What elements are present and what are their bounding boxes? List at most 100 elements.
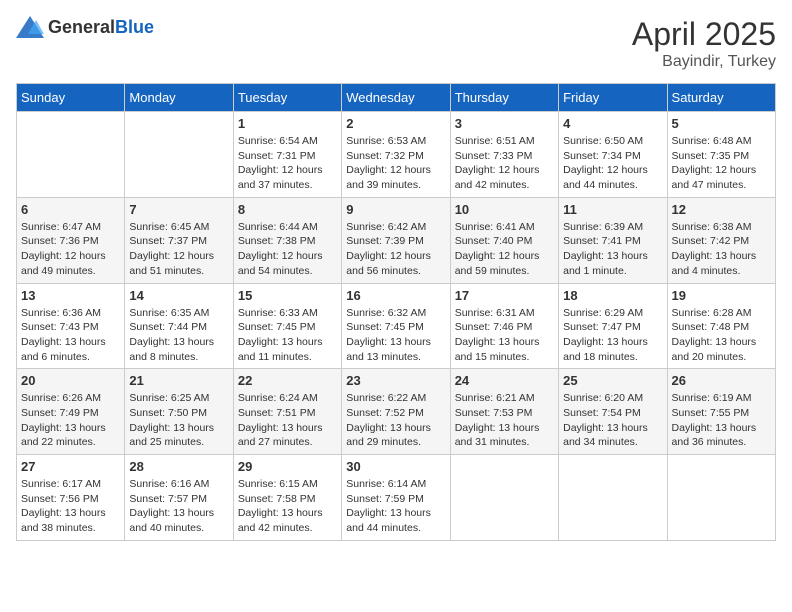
calendar-week-3: 13Sunrise: 6:36 AM Sunset: 7:43 PM Dayli… xyxy=(17,283,776,369)
calendar-cell: 19 Sunrise: 6:28 AM Sunset: 7:48 PM Dayli… xyxy=(667,283,775,369)
day-number: 5 xyxy=(672,116,771,131)
calendar-body: 1 Sunrise: 6:54 AM Sunset: 7:31 PM Daylig… xyxy=(17,112,776,541)
calendar-week-2: 6 Sunrise: 6:47 AM Sunset: 7:36 PM Daylig… xyxy=(17,197,776,283)
calendar-cell: 21 Sunrise: 6:25 AM Sunset: 7:50 PM Dayli… xyxy=(125,369,233,455)
day-number: 11 xyxy=(563,202,662,217)
day-number: 1 xyxy=(238,116,337,131)
day-number: 12 xyxy=(672,202,771,217)
day-info: Sunrise: 6:33 AM Sunset: 7:45 PM Dayligh… xyxy=(238,306,337,365)
calendar-cell: 25 Sunrise: 6:20 AM Sunset: 7:54 PM Dayli… xyxy=(559,369,667,455)
day-number: 10 xyxy=(455,202,554,217)
calendar-cell: 7 Sunrise: 6:45 AM Sunset: 7:37 PM Daylig… xyxy=(125,197,233,283)
day-number: 23 xyxy=(346,373,445,388)
calendar-cell xyxy=(450,455,558,541)
calendar-cell: 8 Sunrise: 6:44 AM Sunset: 7:38 PM Daylig… xyxy=(233,197,341,283)
calendar-cell: 13Sunrise: 6:36 AM Sunset: 7:43 PM Dayli… xyxy=(17,283,125,369)
day-info: Sunrise: 6:21 AM Sunset: 7:53 PM Dayligh… xyxy=(455,391,554,450)
calendar-cell: 29 Sunrise: 6:15 AM Sunset: 7:58 PM Dayli… xyxy=(233,455,341,541)
day-number: 29 xyxy=(238,459,337,474)
day-number: 15 xyxy=(238,288,337,303)
day-info: Sunrise: 6:19 AM Sunset: 7:55 PM Dayligh… xyxy=(672,391,771,450)
calendar-cell xyxy=(559,455,667,541)
day-info: Sunrise: 6:22 AM Sunset: 7:52 PM Dayligh… xyxy=(346,391,445,450)
calendar-cell: 24 Sunrise: 6:21 AM Sunset: 7:53 PM Dayli… xyxy=(450,369,558,455)
day-number: 14 xyxy=(129,288,228,303)
calendar-week-4: 20 Sunrise: 6:26 AM Sunset: 7:49 PM Dayli… xyxy=(17,369,776,455)
calendar-week-5: 27 Sunrise: 6:17 AM Sunset: 7:56 PM Dayli… xyxy=(17,455,776,541)
day-info: Sunrise: 6:31 AM Sunset: 7:46 PM Dayligh… xyxy=(455,306,554,365)
calendar-cell: 22 Sunrise: 6:24 AM Sunset: 7:51 PM Dayli… xyxy=(233,369,341,455)
day-number: 2 xyxy=(346,116,445,131)
day-header-tuesday: Tuesday xyxy=(233,84,341,112)
calendar-cell: 5 Sunrise: 6:48 AM Sunset: 7:35 PM Daylig… xyxy=(667,112,775,198)
day-info: Sunrise: 6:48 AM Sunset: 7:35 PM Dayligh… xyxy=(672,134,771,193)
day-header-monday: Monday xyxy=(125,84,233,112)
calendar-cell: 4Sunrise: 6:50 AM Sunset: 7:34 PM Daylig… xyxy=(559,112,667,198)
day-header-wednesday: Wednesday xyxy=(342,84,450,112)
day-number: 18 xyxy=(563,288,662,303)
day-info: Sunrise: 6:24 AM Sunset: 7:51 PM Dayligh… xyxy=(238,391,337,450)
day-info: Sunrise: 6:38 AM Sunset: 7:42 PM Dayligh… xyxy=(672,220,771,279)
day-number: 13 xyxy=(21,288,120,303)
day-number: 20 xyxy=(21,373,120,388)
day-info: Sunrise: 6:14 AM Sunset: 7:59 PM Dayligh… xyxy=(346,477,445,536)
day-info: Sunrise: 6:20 AM Sunset: 7:54 PM Dayligh… xyxy=(563,391,662,450)
day-number: 3 xyxy=(455,116,554,131)
day-number: 22 xyxy=(238,373,337,388)
day-info: Sunrise: 6:42 AM Sunset: 7:39 PM Dayligh… xyxy=(346,220,445,279)
calendar-cell: 23 Sunrise: 6:22 AM Sunset: 7:52 PM Dayli… xyxy=(342,369,450,455)
day-info: Sunrise: 6:54 AM Sunset: 7:31 PM Dayligh… xyxy=(238,134,337,193)
day-number: 27 xyxy=(21,459,120,474)
day-number: 26 xyxy=(672,373,771,388)
calendar-cell xyxy=(125,112,233,198)
calendar-cell: 10 Sunrise: 6:41 AM Sunset: 7:40 PM Dayli… xyxy=(450,197,558,283)
calendar-table: SundayMondayTuesdayWednesdayThursdayFrid… xyxy=(16,83,776,541)
day-info: Sunrise: 6:15 AM Sunset: 7:58 PM Dayligh… xyxy=(238,477,337,536)
calendar-cell: 6 Sunrise: 6:47 AM Sunset: 7:36 PM Daylig… xyxy=(17,197,125,283)
calendar-cell: 11Sunrise: 6:39 AM Sunset: 7:41 PM Dayli… xyxy=(559,197,667,283)
day-info: Sunrise: 6:51 AM Sunset: 7:33 PM Dayligh… xyxy=(455,134,554,193)
day-info: Sunrise: 6:41 AM Sunset: 7:40 PM Dayligh… xyxy=(455,220,554,279)
calendar-cell: 30 Sunrise: 6:14 AM Sunset: 7:59 PM Dayli… xyxy=(342,455,450,541)
calendar-week-1: 1 Sunrise: 6:54 AM Sunset: 7:31 PM Daylig… xyxy=(17,112,776,198)
calendar-cell: 18Sunrise: 6:29 AM Sunset: 7:47 PM Dayli… xyxy=(559,283,667,369)
day-number: 7 xyxy=(129,202,228,217)
day-number: 25 xyxy=(563,373,662,388)
day-info: Sunrise: 6:26 AM Sunset: 7:49 PM Dayligh… xyxy=(21,391,120,450)
day-info: Sunrise: 6:44 AM Sunset: 7:38 PM Dayligh… xyxy=(238,220,337,279)
calendar-cell: 17 Sunrise: 6:31 AM Sunset: 7:46 PM Dayli… xyxy=(450,283,558,369)
logo-text-general: General xyxy=(48,17,115,37)
day-info: Sunrise: 6:17 AM Sunset: 7:56 PM Dayligh… xyxy=(21,477,120,536)
calendar-cell: 26 Sunrise: 6:19 AM Sunset: 7:55 PM Dayli… xyxy=(667,369,775,455)
calendar-cell: 28Sunrise: 6:16 AM Sunset: 7:57 PM Dayli… xyxy=(125,455,233,541)
day-info: Sunrise: 6:32 AM Sunset: 7:45 PM Dayligh… xyxy=(346,306,445,365)
calendar-cell: 1 Sunrise: 6:54 AM Sunset: 7:31 PM Daylig… xyxy=(233,112,341,198)
calendar-cell: 27 Sunrise: 6:17 AM Sunset: 7:56 PM Dayli… xyxy=(17,455,125,541)
day-header-friday: Friday xyxy=(559,84,667,112)
day-number: 30 xyxy=(346,459,445,474)
calendar-cell: 16Sunrise: 6:32 AM Sunset: 7:45 PM Dayli… xyxy=(342,283,450,369)
calendar-cell xyxy=(17,112,125,198)
day-number: 4 xyxy=(563,116,662,131)
day-headers-row: SundayMondayTuesdayWednesdayThursdayFrid… xyxy=(17,84,776,112)
day-info: Sunrise: 6:25 AM Sunset: 7:50 PM Dayligh… xyxy=(129,391,228,450)
day-number: 24 xyxy=(455,373,554,388)
calendar-cell xyxy=(667,455,775,541)
calendar-cell: 2 Sunrise: 6:53 AM Sunset: 7:32 PM Daylig… xyxy=(342,112,450,198)
day-info: Sunrise: 6:45 AM Sunset: 7:37 PM Dayligh… xyxy=(129,220,228,279)
calendar-cell: 12 Sunrise: 6:38 AM Sunset: 7:42 PM Dayli… xyxy=(667,197,775,283)
calendar-cell: 9Sunrise: 6:42 AM Sunset: 7:39 PM Daylig… xyxy=(342,197,450,283)
day-number: 8 xyxy=(238,202,337,217)
day-info: Sunrise: 6:53 AM Sunset: 7:32 PM Dayligh… xyxy=(346,134,445,193)
calendar-cell: 20 Sunrise: 6:26 AM Sunset: 7:49 PM Dayli… xyxy=(17,369,125,455)
day-info: Sunrise: 6:28 AM Sunset: 7:48 PM Dayligh… xyxy=(672,306,771,365)
day-info: Sunrise: 6:47 AM Sunset: 7:36 PM Dayligh… xyxy=(21,220,120,279)
day-number: 28 xyxy=(129,459,228,474)
day-number: 17 xyxy=(455,288,554,303)
day-number: 19 xyxy=(672,288,771,303)
logo: GeneralBlue xyxy=(16,16,154,38)
day-number: 6 xyxy=(21,202,120,217)
calendar-location: Bayindir, Turkey xyxy=(632,53,776,71)
day-number: 21 xyxy=(129,373,228,388)
calendar-cell: 3 Sunrise: 6:51 AM Sunset: 7:33 PM Daylig… xyxy=(450,112,558,198)
